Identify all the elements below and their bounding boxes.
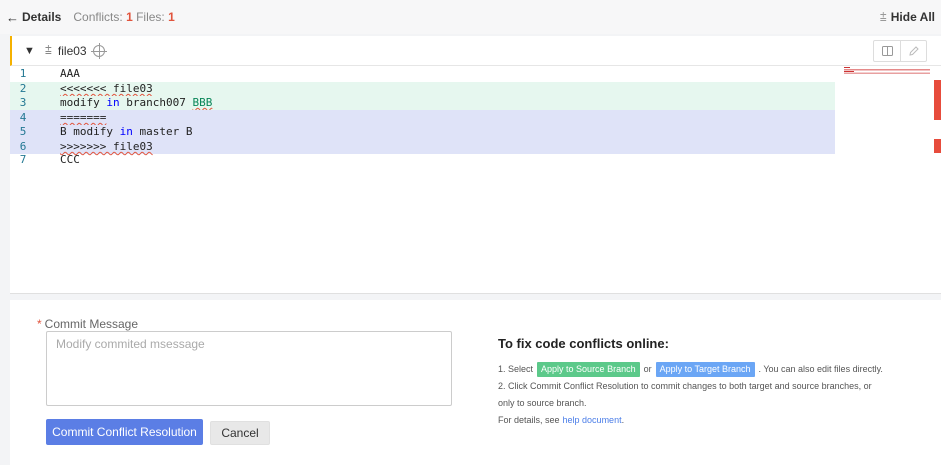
back-to-details-link[interactable]: ← Details bbox=[6, 10, 61, 25]
line-text: AAA bbox=[60, 67, 80, 80]
line-text: modify in branch007 BBB bbox=[36, 96, 212, 110]
line-number: 3 bbox=[19, 96, 27, 109]
collapse-lines-icon[interactable]: ⩲ bbox=[45, 43, 52, 58]
line-text: <<<<<<< file03 bbox=[60, 82, 153, 95]
conflicts-label: Conflicts: bbox=[73, 10, 123, 24]
help-title: To fix code conflicts online: bbox=[498, 336, 669, 351]
help-step-2-line-1: 2. Click Commit Conflict Resolution to c… bbox=[498, 381, 872, 391]
code-line: 2 <<<<<<< file03 bbox=[10, 82, 835, 96]
view-toolbar bbox=[873, 40, 927, 62]
conflict-stats: Conflicts: 1 Files: 1 bbox=[73, 10, 174, 24]
code-line: 3 modify in branch007 BBB bbox=[10, 96, 835, 110]
help-step-1: 1. Select Apply to Source Branch or Appl… bbox=[498, 361, 928, 378]
code-line: 6 >>>>>>> file03 bbox=[10, 139, 835, 154]
line-number: 1 bbox=[19, 67, 27, 80]
code-token: B modify bbox=[60, 125, 120, 138]
hide-all-label: Hide All bbox=[890, 10, 935, 24]
top-bar: ← Details Conflicts: 1 Files: 1 ⩲ Hide A… bbox=[0, 0, 941, 34]
files-count: 1 bbox=[168, 10, 175, 24]
code-token: modify bbox=[60, 96, 107, 109]
split-view-icon[interactable] bbox=[874, 41, 900, 61]
conflicts-count: 1 bbox=[126, 10, 133, 24]
line-number: 4 bbox=[19, 111, 27, 124]
keyword-token: in bbox=[106, 96, 120, 109]
help-document-link[interactable]: help document bbox=[563, 412, 622, 429]
help-panel: To fix code conflicts online: 1. Select … bbox=[498, 336, 928, 429]
line-text: B modify in master B bbox=[36, 125, 192, 139]
apply-target-branch-tag: Apply to Target Branch bbox=[655, 362, 755, 377]
line-number: 5 bbox=[19, 125, 27, 138]
edit-icon[interactable] bbox=[900, 41, 926, 61]
code-token: branch007 bbox=[119, 96, 193, 109]
code-line: 4 ======= bbox=[10, 110, 835, 125]
line-text: >>>>>>> file03 bbox=[60, 140, 153, 153]
line-number: 7 bbox=[19, 153, 27, 166]
or-text: or bbox=[643, 364, 652, 374]
locate-icon[interactable] bbox=[90, 42, 107, 59]
details-prefix: For details, see bbox=[498, 415, 560, 425]
details-suffix: . bbox=[621, 415, 625, 425]
required-mark: * bbox=[37, 317, 42, 331]
line-number: 6 bbox=[19, 140, 27, 153]
conflict-marker bbox=[934, 139, 941, 153]
line-number: 2 bbox=[19, 82, 27, 95]
minimap[interactable] bbox=[842, 66, 934, 76]
line-text: ======= bbox=[60, 111, 107, 124]
help-details: For details, see help document. bbox=[498, 412, 928, 429]
arrow-left-icon: ← bbox=[6, 9, 19, 25]
code-token: BBB bbox=[192, 96, 213, 109]
apply-source-branch-tag: Apply to Source Branch bbox=[537, 362, 640, 377]
code-line: 1 AAA bbox=[10, 68, 835, 80]
chevron-down-icon[interactable]: ▼ bbox=[24, 45, 35, 57]
step1-prefix: 1. Select bbox=[498, 364, 534, 374]
help-step-2-line-2: only to source branch. bbox=[498, 398, 587, 408]
commit-message-input[interactable] bbox=[46, 331, 452, 406]
line-text: CCC bbox=[60, 153, 80, 166]
commit-label-text: Commit Message bbox=[44, 317, 139, 331]
file-header: ▼ ⩲ file03 bbox=[10, 36, 941, 66]
step1-suffix: . You can also edit files directly. bbox=[758, 364, 883, 374]
commit-message-label: * Commit Message bbox=[37, 317, 138, 331]
hide-all-button[interactable]: ⩲ Hide All bbox=[880, 10, 935, 25]
commit-panel: *Commit Message Commit Conflict Resoluti… bbox=[10, 300, 941, 465]
file-name: file03 bbox=[57, 43, 87, 58]
code-token: master B bbox=[132, 125, 193, 138]
cancel-button[interactable]: Cancel bbox=[210, 421, 270, 445]
code-line: 5 B modify in master B bbox=[10, 125, 835, 139]
conflict-marker bbox=[934, 80, 941, 120]
editor-scrollbar[interactable] bbox=[934, 66, 941, 294]
collapse-icon: ⩲ bbox=[879, 9, 887, 24]
back-label: Details bbox=[22, 10, 62, 24]
commit-conflict-resolution-button[interactable]: Commit Conflict Resolution bbox=[46, 419, 203, 445]
files-label: Files: bbox=[136, 10, 165, 24]
keyword-token: in bbox=[119, 125, 133, 138]
code-editor[interactable]: 1 AAA 2 <<<<<<< file03 3 modify in branc… bbox=[10, 66, 941, 294]
code-line: 7 CCC bbox=[10, 154, 835, 166]
